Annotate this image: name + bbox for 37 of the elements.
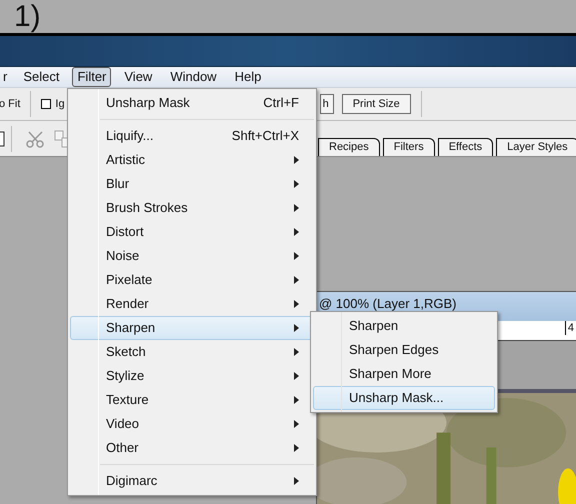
ruler-label: 4 [564, 321, 574, 335]
menu-item[interactable]: Texture [70, 388, 314, 412]
menu-item[interactable]: Video [70, 412, 314, 436]
menu-item[interactable]: Render [70, 292, 314, 316]
menu-item[interactable]: Brush Strokes [70, 196, 314, 220]
menu-item[interactable]: Liquify... Shft+Ctrl+X [70, 124, 314, 148]
menu-bar-item[interactable]: View [119, 67, 158, 87]
menu-bar-item[interactable]: Filter [72, 67, 112, 87]
menu-bar-item[interactable]: r [0, 67, 12, 87]
document-title: @ 100% (Layer 1,RGB) [319, 295, 456, 313]
menu-bar-item[interactable]: Help [230, 67, 266, 87]
print-size-button[interactable]: Print Size [342, 94, 411, 114]
menu-item[interactable]: Stylize [70, 364, 314, 388]
menu-bar-item[interactable]: Select [18, 67, 64, 87]
document-icon[interactable] [0, 131, 5, 147]
menu-item[interactable]: Sharpen Edges [313, 338, 495, 362]
toolbar-button[interactable]: h [320, 94, 334, 114]
step-caption: 1) [14, 1, 41, 33]
palette-tab[interactable]: Filters [382, 138, 435, 156]
menu-item[interactable]: Artistic [70, 148, 314, 172]
menu-item[interactable]: Pixelate [70, 268, 314, 292]
palette-tab[interactable]: Effects [438, 138, 494, 156]
menu-item[interactable]: Unsharp Mask Ctrl+F [70, 91, 314, 115]
menu-item[interactable]: Sharpen More [313, 362, 495, 386]
menu-item[interactable]: Sharpen [313, 314, 495, 338]
palette-tab[interactable]: Layer Styles [496, 138, 576, 156]
menu-item[interactable]: Noise [70, 244, 314, 268]
menu-item[interactable]: Sketch [70, 340, 314, 364]
menu-item[interactable]: Blur [70, 172, 314, 196]
menu-bar-item[interactable]: Window [165, 67, 222, 87]
menu-item[interactable]: Unsharp Mask... [313, 386, 495, 410]
menu-item[interactable]: Other [70, 436, 314, 460]
checkbox-label: Ig [55, 96, 65, 112]
palette-tab[interactable]: Recipes [318, 138, 380, 156]
checkbox[interactable] [41, 99, 52, 109]
menu-item[interactable]: Digimarc [70, 469, 314, 493]
menu-item[interactable]: Distort [70, 220, 314, 244]
